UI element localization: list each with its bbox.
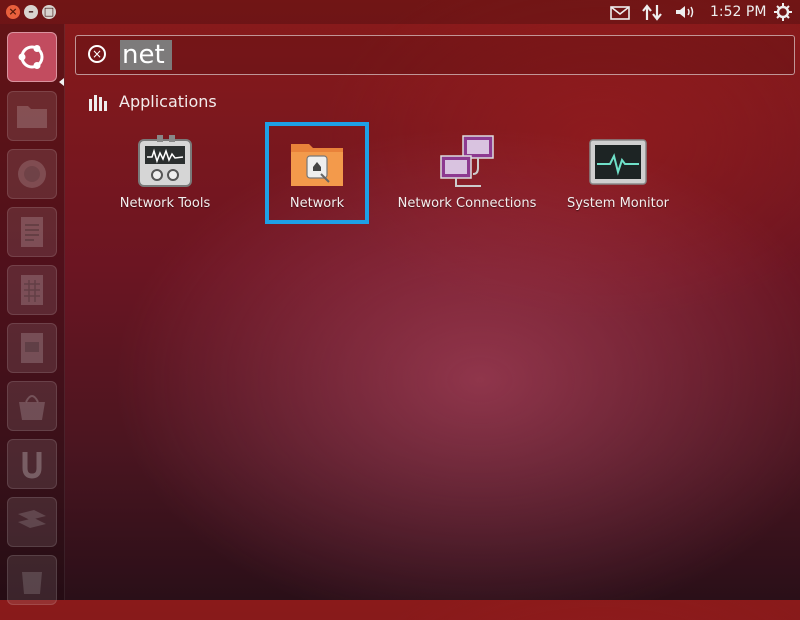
firefox-icon: [8, 150, 56, 198]
impress-icon: [8, 324, 56, 372]
maximize-window-button[interactable]: □: [42, 5, 56, 19]
ubuntu-logo-icon: [8, 33, 56, 81]
gear-icon[interactable]: [774, 0, 792, 24]
calc-icon: [8, 266, 56, 314]
clock[interactable]: 1:52 PM: [710, 0, 766, 24]
section-title: Applications: [119, 92, 217, 111]
trash-icon: [8, 556, 56, 604]
network-folder-icon: [287, 134, 347, 194]
app-network-tools[interactable]: Network Tools: [95, 126, 235, 222]
launcher: [0, 24, 65, 605]
workspace-switcher-icon: [8, 498, 56, 546]
app-label: Network Connections: [397, 196, 537, 211]
folder-icon: [8, 92, 56, 140]
close-window-button[interactable]: ×: [6, 5, 20, 19]
clear-search-icon[interactable]: ×: [88, 45, 106, 63]
app-network-connections[interactable]: Network Connections: [397, 126, 537, 222]
dash-home-button[interactable]: [7, 32, 57, 82]
app-label: Network Tools: [119, 196, 211, 211]
volume-icon[interactable]: [674, 0, 696, 24]
search-bar[interactable]: ×: [75, 35, 795, 75]
network-tools-icon: [135, 132, 195, 192]
top-panel: × – □ 1:52 PM: [0, 0, 800, 24]
mail-icon[interactable]: [610, 0, 630, 24]
software-center-icon: [8, 382, 56, 430]
app-label: Network: [289, 196, 345, 211]
writer-icon: [8, 208, 56, 256]
launcher-item-trash[interactable]: [7, 555, 57, 605]
applications-lens-icon: [88, 93, 108, 111]
ubuntu-one-icon: [8, 440, 56, 488]
launcher-item-workspaces[interactable]: [7, 497, 57, 547]
app-network[interactable]: Network: [265, 122, 369, 224]
network-updown-icon[interactable]: [642, 0, 664, 24]
active-indicator: [59, 78, 64, 86]
launcher-item-software-center[interactable]: [7, 381, 57, 431]
app-system-monitor[interactable]: System Monitor: [548, 126, 688, 222]
launcher-item-ubuntu-one[interactable]: [7, 439, 57, 489]
app-label: System Monitor: [566, 196, 670, 211]
launcher-item-files[interactable]: [7, 91, 57, 141]
search-input[interactable]: [120, 40, 172, 70]
launcher-item-impress[interactable]: [7, 323, 57, 373]
minimize-window-button[interactable]: –: [24, 5, 38, 19]
network-connections-icon: [437, 132, 497, 192]
launcher-item-writer[interactable]: [7, 207, 57, 257]
system-monitor-icon: [588, 132, 648, 192]
launcher-item-calc[interactable]: [7, 265, 57, 315]
launcher-item-firefox[interactable]: [7, 149, 57, 199]
